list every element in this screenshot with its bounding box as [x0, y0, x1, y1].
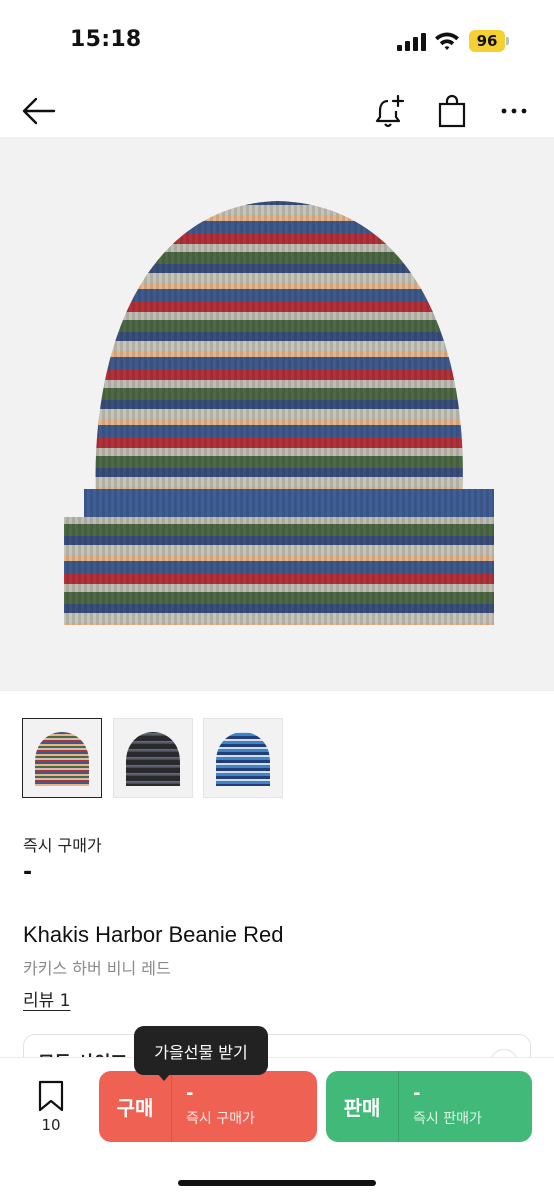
back-button[interactable] [16, 88, 62, 134]
sell-button-sublabel: 즉시 판매가 [413, 1111, 482, 1127]
status-bar: 15:18 96 [0, 0, 554, 84]
more-options-button[interactable] [494, 88, 534, 134]
back-arrow-icon [22, 97, 56, 125]
instant-buy-price-value: - [23, 860, 33, 885]
bell-plus-icon [375, 94, 405, 128]
thumbnail-blue[interactable] [203, 718, 283, 798]
bookmark-icon [38, 1080, 64, 1112]
bookmark-button[interactable]: 10 [30, 1080, 72, 1136]
sell-button-label: 판매 [343, 1096, 381, 1120]
instant-buy-price-label: 즉시 구매가 [23, 836, 102, 855]
more-dots-icon [501, 108, 527, 114]
home-indicator [178, 1180, 376, 1186]
battery-icon: 96 [469, 30, 505, 52]
wifi-icon [435, 32, 459, 50]
promo-tooltip-tail [157, 1073, 171, 1081]
product-image [0, 137, 554, 690]
signal-icon [397, 33, 426, 51]
product-name-en: Khakis Harbor Beanie Red [23, 922, 284, 947]
sell-button[interactable]: 판매 - 즉시 판매가 [326, 1071, 532, 1142]
buy-button-label: 구매 [116, 1096, 154, 1120]
thumbnail-red[interactable] [22, 718, 102, 798]
shopping-bag-button[interactable] [430, 88, 474, 134]
battery-level: 96 [476, 32, 498, 50]
buy-button-sublabel: 즉시 구매가 [186, 1111, 255, 1127]
divider [0, 690, 554, 691]
status-time: 15:18 [70, 27, 142, 52]
promo-tooltip-text: 가을선물 받기 [154, 1042, 248, 1062]
thumbnail-black[interactable] [113, 718, 193, 798]
top-nav [0, 84, 554, 136]
product-name-ko: 카키스 하버 비니 레드 [23, 959, 171, 978]
battery-nub [506, 37, 509, 45]
shopping-bag-icon [438, 94, 466, 128]
price-alert-button[interactable] [368, 88, 412, 134]
bookmark-count: 10 [41, 1116, 61, 1134]
sell-button-price: - [413, 1083, 421, 1104]
beanie-image [64, 201, 494, 625]
beanie-thumb-red [35, 732, 89, 786]
buy-button-divider [171, 1071, 172, 1142]
sell-button-divider [398, 1071, 399, 1142]
review-link[interactable]: 리뷰 1 [23, 986, 71, 1011]
promo-tooltip[interactable]: 가을선물 받기 [134, 1026, 268, 1075]
buy-button[interactable]: 구매 - 즉시 구매가 [99, 1071, 317, 1142]
beanie-thumb-black [126, 732, 180, 786]
buy-button-price: - [186, 1083, 194, 1104]
beanie-thumb-blue [216, 732, 270, 786]
